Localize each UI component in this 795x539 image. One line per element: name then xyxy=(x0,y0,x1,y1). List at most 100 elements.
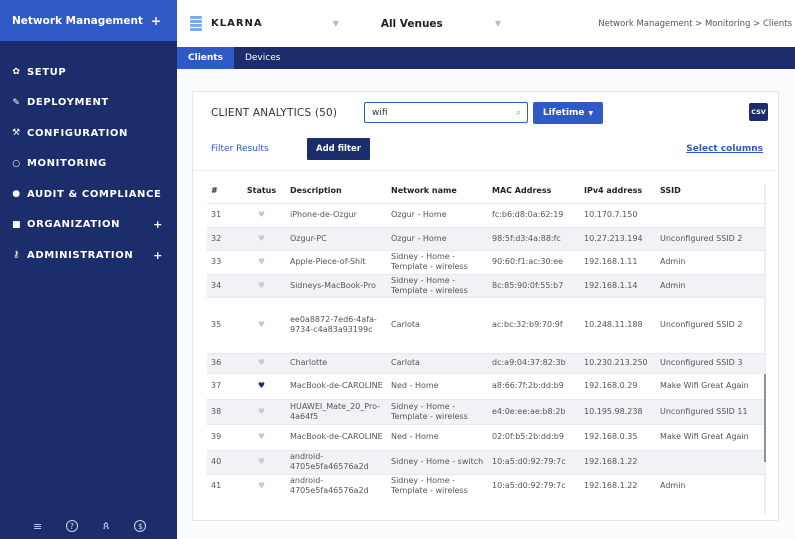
network-name-cell: Ned - Home xyxy=(387,372,488,399)
sidebar-header[interactable]: Network Management + xyxy=(0,0,177,41)
column-header[interactable]: IPv4 address xyxy=(580,179,656,203)
table-row[interactable]: 36 ♥ Charlotte Carlota dc:a9:04:37:82:3b 10.2… xyxy=(207,352,766,373)
row-number: 37 xyxy=(207,372,237,399)
table-row[interactable]: 40 ♥ android-4705e5fa46576a2d Sidney - Home… xyxy=(207,449,766,474)
tab-clients[interactable]: Clients xyxy=(177,47,234,69)
add-network-button[interactable]: + xyxy=(151,14,161,28)
sidebar-item-organization[interactable]: ■ ORGANIZATION + xyxy=(0,210,177,241)
status-cell: ♥ xyxy=(237,423,286,450)
row-number: 32 xyxy=(207,226,237,250)
menu-icon[interactable]: ≡ xyxy=(31,519,45,533)
sidebar-item-monitoring[interactable]: ○ MONITORING xyxy=(0,149,177,180)
status-cell: ♥ xyxy=(237,398,286,424)
ipv4-address-cell: 10.230.213.250 xyxy=(580,352,656,373)
column-header[interactable]: MAC Address xyxy=(488,179,580,203)
search-input[interactable]: wifi ⌕ xyxy=(364,102,528,123)
client-analytics-card: CLIENT ANALYTICS (50) wifi ⌕ Lifetime ▼ … xyxy=(192,91,779,521)
status-cell: ♥ xyxy=(237,296,286,353)
ipv4-address-cell: 192.168.1.11 xyxy=(580,249,656,274)
mac-address-cell: 98:5f:d3:4a:88:fc xyxy=(488,226,580,250)
table-row[interactable]: 34 ♥ Sidneys-MacBook-Pro Sidney - Home - Te… xyxy=(207,273,766,297)
network-name-cell: Sidney - Home - Template - wireless xyxy=(387,273,488,297)
sidebar-item-deployment[interactable]: ✎ DEPLOYMENT xyxy=(0,88,177,119)
venue-selector[interactable]: All Venues xyxy=(381,18,443,30)
favorite-icon[interactable]: ♥ xyxy=(258,281,265,290)
csv-export-button[interactable]: CSV xyxy=(749,103,768,121)
favorite-icon[interactable]: ♥ xyxy=(258,358,265,367)
ipv4-address-cell: 192.168.1.22 xyxy=(580,473,656,498)
table-row[interactable]: 32 ♥ Ozgur-PC Ozgur - Home 98:5f:d3:4a:88:fc… xyxy=(207,226,766,250)
status-cell: ♥ xyxy=(237,202,286,227)
table-row[interactable]: 39 ♥ MacBook-de-CAROLINE Ned - Home 02:0f:b5… xyxy=(207,423,766,450)
favorite-icon[interactable]: ♥ xyxy=(258,381,265,390)
row-number: 31 xyxy=(207,202,237,227)
column-header[interactable]: SSID xyxy=(656,179,766,203)
sidebar-item-administration[interactable]: ⚷ ADMINISTRATION + xyxy=(0,240,177,271)
add-filter-button[interactable]: Add filter xyxy=(307,138,370,160)
ssid-cell xyxy=(656,202,766,227)
sidebar-item-setup[interactable]: ✿ SETUP xyxy=(0,57,177,88)
key-icon: ⚷ xyxy=(12,250,21,261)
card-title: CLIENT ANALYTICS (50) xyxy=(211,107,338,119)
check-circle-icon: ● xyxy=(12,189,21,200)
ssid-cell: Make Wifi Great Again xyxy=(656,423,766,450)
help-icon[interactable]: ? xyxy=(65,520,78,532)
row-number: 34 xyxy=(207,273,237,297)
table-row[interactable]: 31 ♥ iPhone-de-Ozgur Ozgur - Home fc:b6:d8:0… xyxy=(207,202,766,227)
column-header[interactable]: Network name xyxy=(387,179,488,203)
chevron-down-icon[interactable]: ▼ xyxy=(495,19,501,28)
status-cell: ♥ xyxy=(237,249,286,274)
select-columns-link[interactable]: Select columns xyxy=(686,144,763,154)
ipv4-address-cell: 10.248.11.188 xyxy=(580,296,656,353)
row-number: 36 xyxy=(207,352,237,373)
favorite-icon[interactable]: ♥ xyxy=(258,407,265,416)
network-name-cell: Sidney - Home - Template - wireless xyxy=(387,249,488,274)
search-value[interactable]: wifi xyxy=(372,108,516,118)
mac-address-cell: dc:a9:04:37:82:3b xyxy=(488,352,580,373)
column-header[interactable]: # xyxy=(207,179,237,203)
mac-address-cell: fc:b6:d8:0a:62:19 xyxy=(488,202,580,227)
sidebar-item-audit-compliance[interactable]: ● AUDIT & COMPLIANCE xyxy=(0,179,177,210)
ipv4-address-cell: 192.168.1.14 xyxy=(580,273,656,297)
chevron-down-icon[interactable]: ▼ xyxy=(333,19,339,28)
expand-icon[interactable]: + xyxy=(153,249,163,262)
description-cell: android-4705e5fa46576a2d xyxy=(286,449,387,474)
favorite-icon[interactable]: ♥ xyxy=(258,320,265,329)
scrollbar-thumb[interactable] xyxy=(764,374,766,462)
table-row[interactable]: 41 ♥ android-4705e5fa46576a2d Sidney - Home… xyxy=(207,473,766,498)
table-row[interactable]: 38 ♥ HUAWEI_Mate_20_Pro-4a64f5 Sidney - Hom… xyxy=(207,398,766,424)
ipv4-address-cell: 192.168.1.22 xyxy=(580,449,656,474)
tab-devices[interactable]: Devices xyxy=(234,47,291,69)
lifetime-dropdown[interactable]: Lifetime ▼ xyxy=(533,102,603,124)
description-cell: android-4705e5fa46576a2d xyxy=(286,473,387,498)
favorite-icon[interactable]: ♥ xyxy=(258,457,265,466)
ipv4-address-cell: 10.170.7.150 xyxy=(580,202,656,227)
column-header[interactable]: Description xyxy=(286,179,387,203)
network-name-cell: Sidney - Home - Template - wireless xyxy=(387,473,488,498)
ipv4-address-cell: 192.168.0.35 xyxy=(580,423,656,450)
expand-icon[interactable]: + xyxy=(153,218,163,231)
table-row[interactable]: 35 ♥ ee0a8872-7ed6-4afa-9734-c4a83a93199c C… xyxy=(207,296,766,353)
table-scrollbar[interactable] xyxy=(764,184,766,514)
billing-icon[interactable]: $ xyxy=(134,520,147,532)
column-header[interactable]: Status xyxy=(237,179,286,203)
favorite-icon[interactable]: ♥ xyxy=(258,432,265,441)
mac-address-cell: 8c:85:90:0f:55:b7 xyxy=(488,273,580,297)
favorite-icon[interactable]: ♥ xyxy=(258,481,265,490)
org-selector[interactable]: KLARNA xyxy=(211,18,263,29)
favorite-icon[interactable]: ♥ xyxy=(258,234,265,243)
wrench-icon: ⚒ xyxy=(12,128,21,139)
row-number: 33 xyxy=(207,249,237,274)
sidebar-item-configuration[interactable]: ⚒ CONFIGURATION xyxy=(0,118,177,149)
search-icon[interactable]: ⌕ xyxy=(516,108,521,118)
row-number: 41 xyxy=(207,473,237,498)
table-row[interactable]: 33 ♥ Apple-Piece-of-Shit Sidney - Home - Te… xyxy=(207,249,766,274)
table-row[interactable]: 37 ♥ MacBook-de-CAROLINE Ned - Home a8:66:7f… xyxy=(207,372,766,399)
description-cell: Ozgur-PC xyxy=(286,226,387,250)
favorite-icon[interactable]: ♥ xyxy=(258,210,265,219)
favorite-icon[interactable]: ♥ xyxy=(258,257,265,266)
description-cell: HUAWEI_Mate_20_Pro-4a64f5 xyxy=(286,398,387,424)
sidebar-item-label: AUDIT & COMPLIANCE xyxy=(27,188,162,200)
user-icon[interactable]: ጰ xyxy=(99,519,113,533)
gear-icon: ✿ xyxy=(12,67,21,78)
